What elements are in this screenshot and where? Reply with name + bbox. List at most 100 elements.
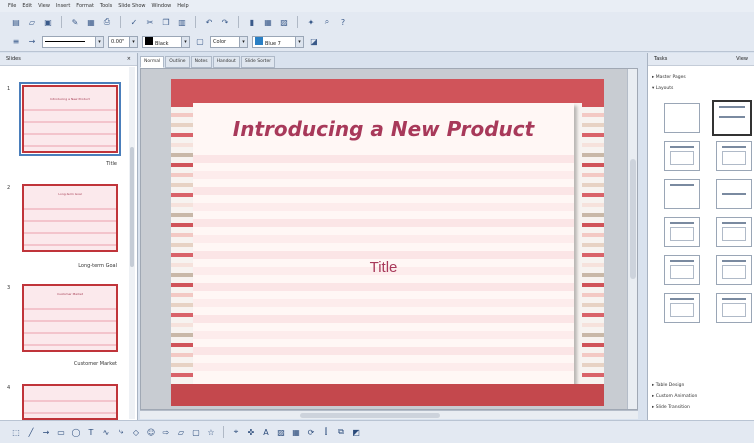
layout-centered-text[interactable]: [716, 179, 752, 209]
layout-title-2-content-content[interactable]: [664, 217, 700, 247]
menu-edit[interactable]: Edit: [22, 3, 32, 9]
select-icon[interactable]: ⬚: [10, 426, 22, 438]
slide-subtitle[interactable]: Title: [193, 259, 574, 276]
section-master-pages[interactable]: ▸ Master Pages: [652, 75, 686, 80]
chart-icon[interactable]: ▮: [246, 16, 258, 28]
rotate-icon[interactable]: ⟳: [305, 426, 317, 438]
menu-slide-show[interactable]: Slide Show: [118, 3, 145, 9]
layout-title-content-2-content[interactable]: [716, 217, 752, 247]
chevron-down-icon[interactable]: ▾: [239, 36, 247, 47]
stars-icon[interactable]: ☆: [205, 426, 217, 438]
layout-title-slide[interactable]: [712, 100, 752, 136]
help-icon[interactable]: ?: [337, 16, 349, 28]
layout-title-6-content[interactable]: [716, 293, 752, 323]
table-icon[interactable]: ▦: [262, 16, 274, 28]
line-icon[interactable]: ╱: [25, 426, 37, 438]
chevron-down-icon[interactable]: ▾: [95, 36, 103, 47]
alignment-icon[interactable]: ⫿: [320, 426, 332, 438]
zoom-icon[interactable]: ⌕: [321, 16, 333, 28]
scrollbar-thumb[interactable]: [300, 413, 440, 418]
menu-window[interactable]: Window: [152, 3, 172, 9]
layout-title-content[interactable]: [664, 141, 700, 171]
chevron-down-icon[interactable]: ▾: [129, 36, 137, 47]
workspace-horizontal-scrollbar[interactable]: [140, 410, 638, 419]
slide-thumbnail-3[interactable]: Customer Market: [22, 284, 118, 352]
points-icon[interactable]: ⌖: [230, 426, 242, 438]
basic-shapes-icon[interactable]: ◇: [130, 426, 142, 438]
workspace-vertical-scrollbar[interactable]: [627, 69, 637, 409]
menu-format[interactable]: Format: [76, 3, 94, 9]
tasks-view-menu[interactable]: View: [736, 56, 748, 62]
line-style-select[interactable]: ▾: [42, 35, 104, 48]
connector-icon[interactable]: ⤷: [115, 426, 127, 438]
menu-insert[interactable]: Insert: [56, 3, 70, 9]
menu-view[interactable]: View: [38, 3, 50, 9]
text-icon[interactable]: T: [85, 426, 97, 438]
fontwork-icon[interactable]: A: [260, 426, 272, 438]
current-slide[interactable]: Introducing a New Product Title: [171, 79, 604, 406]
new-icon[interactable]: ▤: [10, 16, 22, 28]
layout-title-only[interactable]: [664, 179, 700, 209]
slides-scrollbar[interactable]: [129, 67, 135, 419]
tab-outline[interactable]: Outline: [165, 56, 190, 68]
navigator-icon[interactable]: ✦: [305, 16, 317, 28]
spellcheck-icon[interactable]: ✓: [128, 16, 140, 28]
area-color-select[interactable]: Blue 7 ▾: [252, 35, 304, 48]
slide-title[interactable]: Introducing a New Product: [193, 117, 574, 141]
redo-icon[interactable]: ↷: [219, 16, 231, 28]
layout-title-content-over[interactable]: [716, 255, 752, 285]
section-custom-animation[interactable]: ▸ Custom Animation: [652, 394, 697, 399]
tab-notes[interactable]: Notes: [190, 56, 212, 68]
slide-thumbnail-4[interactable]: [22, 384, 118, 420]
scrollbar-thumb[interactable]: [630, 159, 636, 279]
curve-icon[interactable]: ∿: [100, 426, 112, 438]
area-style-select[interactable]: Color ▾: [210, 35, 248, 48]
copy-icon[interactable]: ❐: [160, 16, 172, 28]
slide-thumbnail-2[interactable]: Long-term Goal: [22, 184, 118, 252]
save-icon[interactable]: ▣: [42, 16, 54, 28]
tab-normal[interactable]: Normal: [140, 56, 165, 68]
flowchart-icon[interactable]: ▱: [175, 426, 187, 438]
arrow-line-icon[interactable]: →: [40, 426, 52, 438]
extrusion-icon[interactable]: ◩: [350, 426, 362, 438]
layout-title-2-content-over[interactable]: [664, 255, 700, 285]
from-file-icon[interactable]: ▨: [275, 426, 287, 438]
close-icon[interactable]: ×: [127, 56, 131, 62]
undo-icon[interactable]: ↶: [203, 16, 215, 28]
chevron-down-icon[interactable]: ▾: [181, 36, 189, 47]
rectangle-icon[interactable]: ▭: [55, 426, 67, 438]
layout-title-2-content[interactable]: [716, 141, 752, 171]
line-style-icon[interactable]: ≡: [10, 36, 22, 48]
print-icon[interactable]: ⎙: [101, 16, 113, 28]
arrow-style-icon[interactable]: →: [26, 36, 38, 48]
image-icon[interactable]: ▨: [278, 16, 290, 28]
shadow-icon[interactable]: ◪: [308, 36, 320, 48]
export-pdf-icon[interactable]: ▦: [85, 16, 97, 28]
section-table-design[interactable]: ▸ Table Design: [652, 383, 684, 388]
callouts-icon[interactable]: ▢: [190, 426, 202, 438]
arrange-icon[interactable]: ⧉: [335, 426, 347, 438]
area-icon[interactable]: ▢: [194, 36, 206, 48]
glue-points-icon[interactable]: ✜: [245, 426, 257, 438]
paste-icon[interactable]: ▥: [176, 16, 188, 28]
layout-title-4-content[interactable]: [664, 293, 700, 323]
section-slide-transition[interactable]: ▸ Slide Transition: [652, 405, 690, 410]
edit-file-icon[interactable]: ✎: [69, 16, 81, 28]
gallery-icon[interactable]: ▦: [290, 426, 302, 438]
tab-handout[interactable]: Handout: [212, 56, 240, 68]
menu-file[interactable]: File: [8, 3, 16, 9]
section-layouts[interactable]: ▾ Layouts: [652, 86, 673, 91]
symbol-shapes-icon[interactable]: ☺: [145, 426, 157, 438]
tab-slide-sorter[interactable]: Slide Sorter: [240, 56, 276, 68]
layout-blank[interactable]: [664, 103, 700, 133]
line-color-select[interactable]: Black ▾: [142, 35, 190, 48]
cut-icon[interactable]: ✂: [144, 16, 156, 28]
line-width-field[interactable]: 0.00" ▾: [108, 35, 138, 48]
ellipse-icon[interactable]: ◯: [70, 426, 82, 438]
chevron-down-icon[interactable]: ▾: [295, 36, 303, 47]
menu-help[interactable]: Help: [177, 3, 188, 9]
menu-tools[interactable]: Tools: [100, 3, 112, 9]
block-arrows-icon[interactable]: ⇨: [160, 426, 172, 438]
slide-thumbnail-1[interactable]: Introducing a New Product: [19, 82, 121, 156]
scrollbar-thumb[interactable]: [130, 147, 134, 267]
